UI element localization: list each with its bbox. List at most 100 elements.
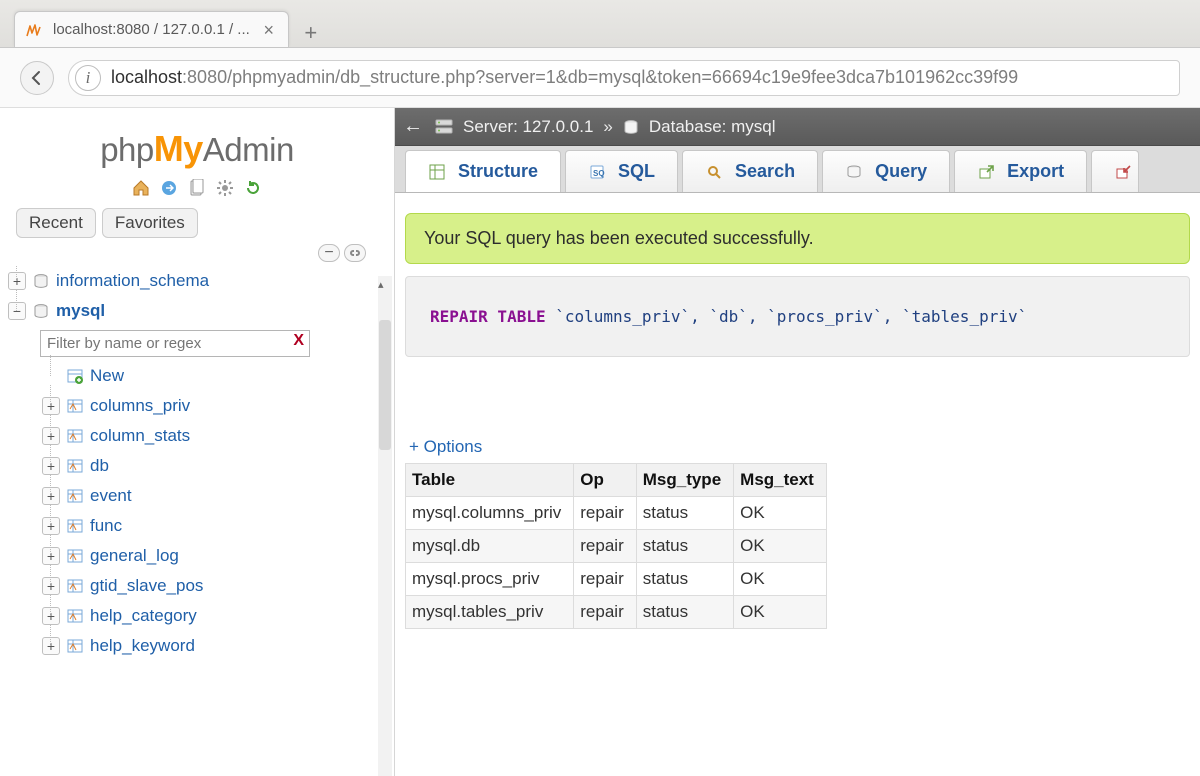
reload-icon[interactable] xyxy=(243,178,263,198)
cell-msg-text: OK xyxy=(734,596,827,629)
new-icon xyxy=(66,367,84,385)
tree-table-item: + column_stats xyxy=(40,421,394,451)
tab-structure[interactable]: Structure xyxy=(405,150,561,192)
new-tab-button[interactable]: + xyxy=(297,19,325,47)
col-op[interactable]: Op xyxy=(574,464,636,497)
expand-icon[interactable]: + xyxy=(42,427,60,445)
col-table[interactable]: Table xyxy=(406,464,574,497)
info-icon[interactable]: i xyxy=(75,65,101,91)
tree-db-item: + information_schema xyxy=(6,266,394,296)
sql-icon: SQL xyxy=(588,163,606,181)
table-name[interactable]: gtid_slave_pos xyxy=(90,576,203,596)
breadcrumb-separator: » xyxy=(603,117,612,137)
sidebar-scrollbar[interactable]: ▴ xyxy=(378,276,392,776)
cell-msg-type: status xyxy=(636,530,733,563)
breadcrumb: ← Server: 127.0.0.1 » Database: mysql xyxy=(395,108,1200,146)
tab-import[interactable] xyxy=(1091,150,1139,192)
expand-icon[interactable]: + xyxy=(42,487,60,505)
gear-icon[interactable] xyxy=(215,178,235,198)
clear-filter-button[interactable]: X xyxy=(293,332,304,350)
table-header-row: Table Op Msg_type Msg_text xyxy=(406,464,827,497)
expand-icon[interactable]: + xyxy=(42,547,60,565)
collapse-all-button[interactable]: − xyxy=(318,244,340,262)
tab-label: Query xyxy=(875,161,927,182)
col-msg-text[interactable]: Msg_text xyxy=(734,464,827,497)
table-name[interactable]: db xyxy=(90,456,109,476)
cell-table: mysql.tables_priv xyxy=(406,596,574,629)
favorites-tab[interactable]: Favorites xyxy=(102,208,198,238)
col-msg-type[interactable]: Msg_type xyxy=(636,464,733,497)
table-name[interactable]: help_category xyxy=(90,606,197,626)
cell-table: mysql.db xyxy=(406,530,574,563)
cell-table: mysql.procs_priv xyxy=(406,563,574,596)
expand-icon[interactable]: + xyxy=(42,577,60,595)
table-row: mysql.tables_priv repair status OK xyxy=(406,596,827,629)
structure-icon xyxy=(428,163,446,181)
table-row: mysql.columns_priv repair status OK xyxy=(406,497,827,530)
docs-icon[interactable] xyxy=(187,178,207,198)
back-button[interactable] xyxy=(20,61,54,95)
cell-msg-text: OK xyxy=(734,530,827,563)
expand-icon[interactable]: + xyxy=(42,637,60,655)
link-icon[interactable] xyxy=(344,244,366,262)
tab-sql[interactable]: SQL SQL xyxy=(565,150,678,192)
table-row: mysql.db repair status OK xyxy=(406,530,827,563)
expand-icon[interactable]: + xyxy=(42,517,60,535)
options-toggle[interactable]: + Options xyxy=(405,437,482,461)
table-icon xyxy=(66,577,84,595)
new-label[interactable]: New xyxy=(90,366,124,386)
export-icon xyxy=(977,163,995,181)
tab-export[interactable]: Export xyxy=(954,150,1087,192)
table-icon xyxy=(66,427,84,445)
main-panel: ← Server: 127.0.0.1 » Database: mysql St… xyxy=(395,108,1200,776)
recent-tab[interactable]: Recent xyxy=(16,208,96,238)
db-name[interactable]: information_schema xyxy=(56,271,209,291)
expand-icon[interactable]: + xyxy=(42,457,60,475)
table-filter-row: X xyxy=(6,326,394,361)
breadcrumb-database[interactable]: Database: mysql xyxy=(649,117,776,137)
logout-icon[interactable] xyxy=(159,178,179,198)
table-name[interactable]: func xyxy=(90,516,122,536)
table-filter-input[interactable] xyxy=(40,330,310,357)
tab-label: Search xyxy=(735,161,795,182)
database-icon xyxy=(32,302,50,320)
navigation-panel: phpMyAdmin Recent Favorites − + xyxy=(0,108,395,776)
table-name[interactable]: column_stats xyxy=(90,426,190,446)
db-name[interactable]: mysql xyxy=(56,301,105,321)
query-icon xyxy=(845,163,863,181)
table-name[interactable]: event xyxy=(90,486,132,506)
pma-favicon-icon xyxy=(25,21,43,39)
tab-query[interactable]: Query xyxy=(822,150,950,192)
cell-msg-text: OK xyxy=(734,563,827,596)
scrollbar-thumb[interactable] xyxy=(379,320,391,450)
sql-identifiers: `columns_priv`, `db`, `procs_priv`, `tab… xyxy=(546,307,1028,326)
tree-table-item: + help_keyword xyxy=(40,631,394,661)
expand-icon[interactable]: + xyxy=(8,272,26,290)
db-tree: + information_schema − mysql X xyxy=(0,266,394,776)
recent-favorites-tabs: Recent Favorites xyxy=(10,208,384,238)
expand-icon[interactable]: + xyxy=(42,397,60,415)
expand-icon[interactable]: + xyxy=(42,607,60,625)
cell-op: repair xyxy=(574,596,636,629)
scroll-up-icon[interactable]: ▴ xyxy=(378,278,384,291)
breadcrumb-server[interactable]: Server: 127.0.0.1 xyxy=(463,117,593,137)
table-name[interactable]: general_log xyxy=(90,546,179,566)
browser-tab[interactable]: localhost:8080 / 127.0.0.1 / ... × xyxy=(14,11,289,47)
home-icon[interactable] xyxy=(131,178,151,198)
table-name[interactable]: help_keyword xyxy=(90,636,195,656)
tree-table-item: + gtid_slave_pos xyxy=(40,571,394,601)
table-row: mysql.procs_priv repair status OK xyxy=(406,563,827,596)
tab-search[interactable]: Search xyxy=(682,150,818,192)
tab-label: Export xyxy=(1007,161,1064,182)
tree-table-item: + event xyxy=(40,481,394,511)
collapse-icon[interactable]: − xyxy=(8,302,26,320)
cell-msg-type: status xyxy=(636,497,733,530)
database-icon xyxy=(32,272,50,290)
table-icon xyxy=(66,457,84,475)
breadcrumb-back-button[interactable]: ← xyxy=(401,115,425,139)
cell-msg-type: status xyxy=(636,563,733,596)
table-name[interactable]: columns_priv xyxy=(90,396,190,416)
sql-keyword: REPAIR TABLE xyxy=(430,307,546,326)
url-bar[interactable]: i localhost:8080/phpmyadmin/db_structure… xyxy=(68,60,1180,96)
close-icon[interactable]: × xyxy=(260,21,278,39)
